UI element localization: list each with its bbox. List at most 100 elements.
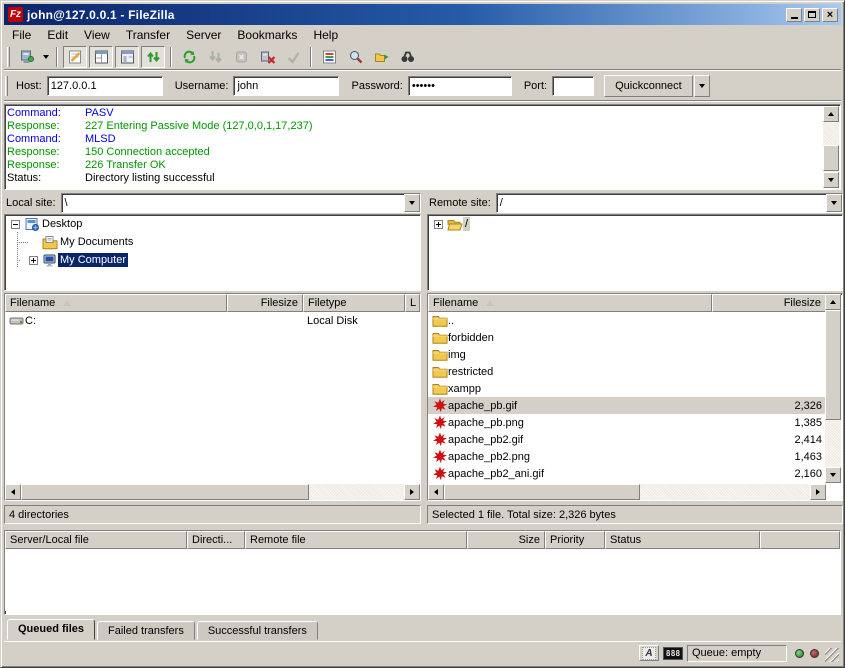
file-row[interactable]: restricted <box>428 363 826 380</box>
toggle-local-tree-button[interactable] <box>89 46 113 68</box>
file-row[interactable]: .. <box>428 312 826 329</box>
toolbar-separator <box>310 47 312 67</box>
toolbar-separator <box>170 47 172 67</box>
menu-server[interactable]: Server <box>178 26 229 44</box>
file-row[interactable]: C:Local Disk <box>5 312 420 329</box>
password-input[interactable] <box>408 76 512 96</box>
log-line-label: Command: <box>7 107 85 120</box>
menu-edit[interactable]: Edit <box>39 26 76 44</box>
tab-successful-transfers[interactable]: Successful transfers <box>197 621 318 640</box>
scroll-left-icon[interactable] <box>428 484 444 500</box>
menu-view[interactable]: View <box>76 26 118 44</box>
remote-site-combobox[interactable]: / <box>496 193 843 213</box>
column-header-filename[interactable]: Filename <box>428 294 712 312</box>
file-row[interactable]: apache_pb2_ani.gif2,160 <box>428 465 826 482</box>
scroll-down-icon[interactable] <box>823 172 839 188</box>
queue-column-size[interactable]: Size <box>467 531 545 549</box>
combo-dropdown-icon[interactable] <box>826 194 842 212</box>
toggle-message-log-button[interactable] <box>63 46 87 68</box>
scroll-right-icon[interactable] <box>810 484 826 500</box>
column-header-filename[interactable]: Filename <box>5 294 227 312</box>
local-site-combobox[interactable]: \ <box>61 193 421 213</box>
open-folder-icon <box>447 217 463 232</box>
scroll-left-icon[interactable] <box>5 484 21 500</box>
speed-limits-icon[interactable]: 888 <box>663 645 683 661</box>
site-manager-button[interactable] <box>14 46 38 68</box>
scroll-up-icon[interactable] <box>823 106 839 122</box>
menu-help[interactable]: Help <box>305 26 346 44</box>
minimize-button[interactable] <box>786 8 802 22</box>
scroll-thumb[interactable] <box>825 310 841 420</box>
close-button[interactable]: × <box>822 8 838 22</box>
file-row[interactable]: forbidden <box>428 329 826 346</box>
scroll-down-icon[interactable] <box>825 467 841 483</box>
file-row[interactable]: img <box>428 346 826 363</box>
column-header-filesize[interactable]: Filesize <box>227 294 303 312</box>
directory-comparison-button[interactable] <box>343 46 367 68</box>
file-row[interactable]: apache_pb2.gif2,414 <box>428 431 826 448</box>
site-manager-dropdown-icon[interactable] <box>39 46 52 68</box>
remote-vscrollbar[interactable] <box>825 294 841 483</box>
expand-icon[interactable] <box>29 256 38 265</box>
scroll-up-icon[interactable] <box>825 294 841 310</box>
queue-column-remote-file[interactable]: Remote file <box>245 531 467 549</box>
password-label: Password: <box>351 80 402 92</box>
quickconnect-dropdown[interactable] <box>694 75 710 97</box>
toggle-transfer-queue-button[interactable] <box>141 46 165 68</box>
remote-hscrollbar[interactable] <box>428 484 826 500</box>
column-header-filesize[interactable]: Filesize <box>712 294 826 312</box>
tab-queued-files[interactable]: Queued files <box>7 619 95 640</box>
queue-column-status[interactable]: Status <box>605 531 760 549</box>
queue-column-directi-[interactable]: Directi... <box>187 531 245 549</box>
refresh-button[interactable] <box>177 46 201 68</box>
file-row[interactable]: apache_pb2.png1,463 <box>428 448 826 465</box>
tab-failed-transfers[interactable]: Failed transfers <box>97 621 195 640</box>
maximize-button[interactable] <box>804 8 820 22</box>
port-input[interactable] <box>552 76 594 96</box>
directory-filters-button[interactable] <box>317 46 341 68</box>
expand-icon[interactable] <box>434 220 443 229</box>
tree-item--[interactable]: / <box>428 215 842 233</box>
log-line: Command:PASV <box>7 107 822 120</box>
toggle-remote-tree-button[interactable] <box>115 46 139 68</box>
menu-file[interactable]: File <box>4 26 39 44</box>
transfer-type-icon[interactable]: A <box>639 645 659 661</box>
resize-grip[interactable] <box>825 648 839 662</box>
column-header-l[interactable]: L <box>405 294 420 312</box>
find-files-button[interactable] <box>395 46 419 68</box>
column-header-filetype[interactable]: Filetype <box>303 294 405 312</box>
tree-item-desktop[interactable]: Desktop <box>5 215 420 233</box>
menu-bar: FileEditViewTransferServerBookmarksHelp <box>4 25 841 44</box>
tree-connector <box>17 232 18 268</box>
find-files <box>399 49 416 65</box>
queue-column-server-local-file[interactable]: Server/Local file <box>5 531 187 549</box>
filezilla-window: Fz john@127.0.0.1 - FileZilla × FileEdit… <box>0 0 845 668</box>
quickconnect-button[interactable]: Quickconnect <box>604 75 693 97</box>
tree-item-my-documents[interactable]: My Documents <box>5 233 420 251</box>
file-row[interactable]: apache_pb.png1,385 <box>428 414 826 431</box>
quickconnect-bar: Host: Username: Password: Port: Quickcon… <box>4 71 841 101</box>
file-row[interactable]: apache_pb.gif2,326 <box>428 397 826 414</box>
synchronized-browsing-button[interactable] <box>369 46 393 68</box>
tree-item-my-computer[interactable]: My Computer <box>5 251 420 269</box>
message-log: Command:PASVResponse:227 Entering Passiv… <box>4 104 841 190</box>
menu-bookmarks[interactable]: Bookmarks <box>229 26 305 44</box>
file-row[interactable]: xampp <box>428 380 826 397</box>
local-hscrollbar[interactable] <box>5 484 420 500</box>
scroll-right-icon[interactable] <box>404 484 420 500</box>
sort-ascending-icon <box>486 300 494 306</box>
combo-dropdown-icon[interactable] <box>404 194 420 212</box>
scroll-thumb[interactable] <box>21 484 309 500</box>
tree-item-label: My Computer <box>58 253 128 267</box>
username-input[interactable] <box>233 76 339 96</box>
toggle-local-tree <box>93 49 110 65</box>
filename-cell: apache_pb2.png <box>428 449 712 464</box>
host-input[interactable] <box>47 76 163 96</box>
menu-transfer[interactable]: Transfer <box>118 26 178 44</box>
scroll-thumb[interactable] <box>444 484 640 500</box>
log-scrollbar[interactable] <box>823 106 839 188</box>
scroll-thumb[interactable] <box>823 145 839 171</box>
disconnect-button[interactable] <box>255 46 279 68</box>
queue-column-priority[interactable]: Priority <box>545 531 605 549</box>
collapse-icon[interactable] <box>11 220 20 229</box>
